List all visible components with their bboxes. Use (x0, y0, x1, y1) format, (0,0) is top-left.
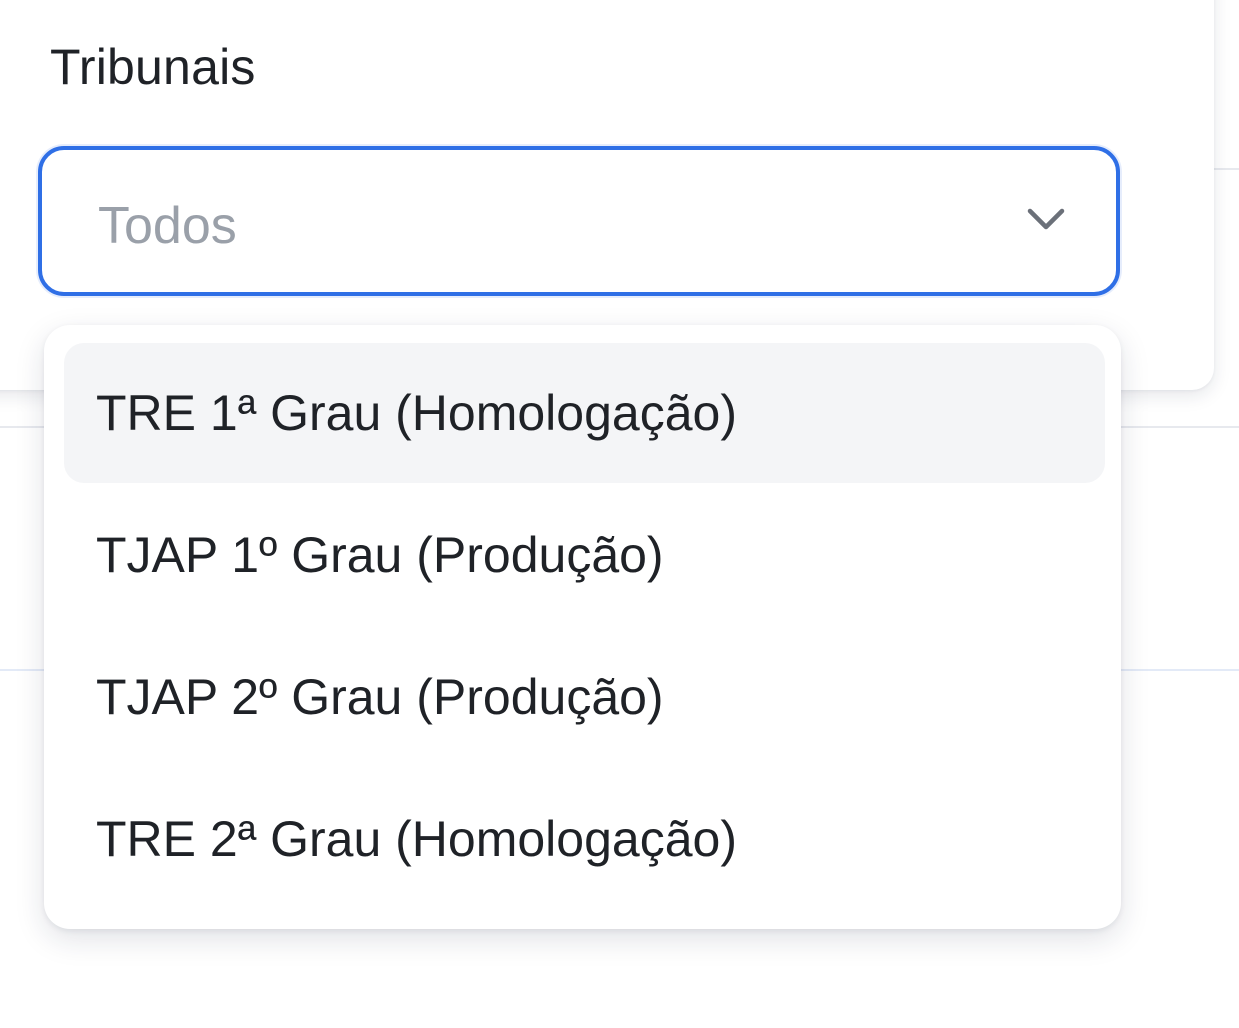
tribunais-dropdown: TRE 1ª Grau (Homologação) TJAP 1º Grau (… (44, 325, 1121, 929)
select-value: Todos (98, 197, 237, 255)
tribunais-label: Tribunais (50, 39, 256, 95)
option-tre-1-grau[interactable]: TRE 1ª Grau (Homologação) (64, 343, 1105, 483)
option-tjap-1-grau[interactable]: TJAP 1º Grau (Produção) (64, 485, 1105, 625)
chevron-down-icon (1026, 206, 1066, 232)
option-tre-2-grau[interactable]: TRE 2ª Grau (Homologação) (64, 769, 1105, 909)
tribunais-select[interactable]: Todos (38, 146, 1120, 296)
option-tjap-2-grau[interactable]: TJAP 2º Grau (Produção) (64, 627, 1105, 767)
